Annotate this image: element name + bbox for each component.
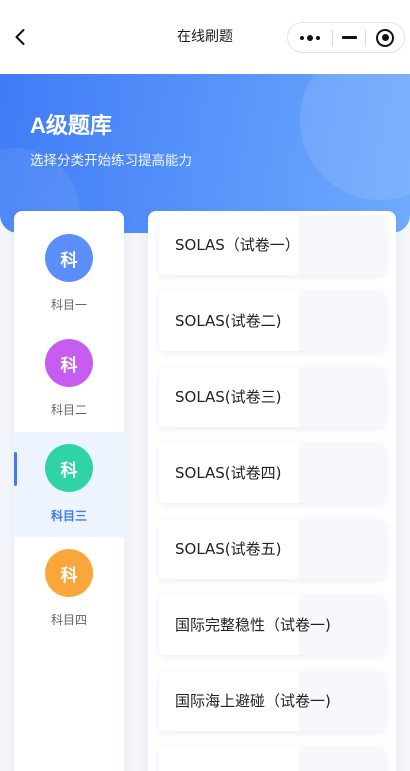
exam-card[interactable]: SOLAS(试卷五): [159, 519, 385, 579]
subject-icon: 科: [45, 549, 93, 597]
subject-label: 科目四: [50, 613, 87, 627]
target-circle-icon: [376, 28, 394, 47]
exam-card[interactable]: 国际海上避碰（试卷一): [159, 671, 385, 731]
exam-card[interactable]: 国际完整稳性（试卷一): [159, 595, 385, 655]
subject-icon: 科: [45, 339, 93, 387]
subject-label: 科目三: [50, 509, 87, 523]
hero-title: A级题库: [30, 113, 112, 138]
more-dots-icon: [300, 35, 304, 40]
subject-item-4[interactable]: 科 科目四: [14, 526, 124, 631]
active-indicator: [14, 452, 17, 486]
exam-label: 国际海上避碰（试卷一): [175, 692, 331, 710]
more-dots-icon-center: [307, 34, 313, 41]
close-miniprogram-button[interactable]: [366, 23, 404, 52]
top-navigation-bar: 在线刷题: [0, 0, 410, 74]
subject-item-1[interactable]: 科 科目一: [14, 211, 124, 316]
minus-icon: [341, 36, 357, 39]
hero-subtitle: 选择分类开始练习提高能力: [30, 153, 192, 169]
exam-card[interactable]: [159, 747, 385, 771]
exam-card[interactable]: SOLAS(试卷二): [159, 291, 385, 351]
subject-icon: 科: [45, 234, 93, 282]
target-circle-icon-dot: [381, 34, 389, 41]
subject-label: 科目一: [50, 298, 87, 312]
subject-label: 科目二: [50, 403, 87, 417]
exam-label: SOLAS(试卷三): [175, 388, 282, 406]
subject-item-2[interactable]: 科 科目二: [14, 316, 124, 421]
subject-icon: 科: [45, 444, 93, 492]
exam-label: 国际完整稳性（试卷一): [175, 616, 331, 634]
exam-label: SOLAS(试卷二): [175, 312, 282, 330]
more-options-button[interactable]: [288, 23, 332, 52]
minimize-button[interactable]: [333, 23, 365, 52]
exam-list: SOLAS（试卷一） SOLAS(试卷二) SOLAS(试卷三) SOLAS(试…: [148, 211, 396, 771]
more-dots-icon-end: [316, 35, 320, 40]
hero-banner: A级题库 选择分类开始练习提高能力: [0, 58, 410, 233]
decorative-circle: [300, 58, 410, 200]
exam-card[interactable]: SOLAS(试卷三): [159, 367, 385, 427]
exam-label: SOLAS(试卷五): [175, 540, 282, 558]
subject-item-3[interactable]: 科 科目三: [14, 432, 124, 537]
exam-card[interactable]: SOLAS（试卷一）: [159, 215, 385, 275]
exam-label: SOLAS(试卷四): [175, 464, 282, 482]
exam-card[interactable]: SOLAS(试卷四): [159, 443, 385, 503]
exam-list-panel: SOLAS（试卷一） SOLAS(试卷二) SOLAS(试卷三) SOLAS(试…: [148, 211, 396, 771]
miniprogram-capsule: [287, 22, 405, 53]
subject-sidebar: 科 科目一 科 科目二 科 科目三 科 科目四: [14, 211, 124, 771]
exam-label: SOLAS（试卷一）: [175, 236, 300, 254]
